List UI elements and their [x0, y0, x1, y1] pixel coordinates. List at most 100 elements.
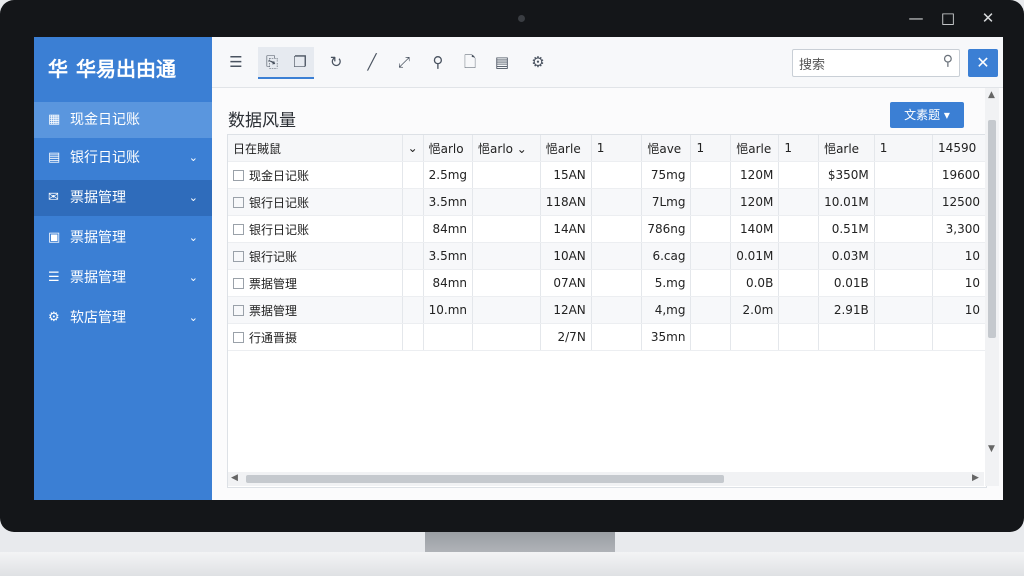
refresh-icon[interactable]: ↻	[322, 47, 350, 77]
table-cell	[690, 269, 732, 297]
column-header[interactable]: 1	[874, 135, 934, 162]
scroll-down-icon[interactable]: ▼	[988, 444, 995, 454]
column-header[interactable]: 悒arle	[540, 135, 592, 162]
vertical-scrollbar[interactable]: ▲ ▼	[985, 88, 999, 486]
row-label: 银行日记账	[249, 222, 310, 237]
file-icon[interactable]: 🗋	[456, 47, 484, 77]
table-cell: 120M	[730, 161, 780, 189]
sidebar-item-3[interactable]: ✉ 票据管理 ⌄	[34, 180, 212, 216]
table-cell	[591, 242, 643, 270]
table-cell: 10.01M	[818, 188, 875, 216]
table-row[interactable]: 票据管理 84mn 07AN 5.mg 0.0B 0.01B 10	[228, 269, 986, 297]
scroll-up-icon[interactable]: ▲	[988, 90, 995, 100]
pencil-icon[interactable]: ╱	[358, 47, 386, 77]
row-checkbox[interactable]	[233, 331, 244, 343]
row-label: 行通晋摄	[249, 330, 298, 345]
close-panel-button[interactable]: ✕	[968, 49, 998, 77]
column-header[interactable]: 日在賊鼠	[228, 135, 403, 162]
table-cell: 7Lmg	[641, 188, 692, 216]
column-header[interactable]: 悒arle	[818, 135, 875, 162]
table-cell	[874, 161, 934, 189]
table-cell: 0.01B	[818, 269, 875, 297]
column-header[interactable]: 1	[591, 135, 643, 162]
scroll-left-icon[interactable]: ◀	[231, 473, 238, 483]
table-row[interactable]: 银行记账 3.5mn 10AN 6.cag 0.01M 0.03M 10	[228, 242, 986, 270]
row-checkbox[interactable]	[233, 169, 244, 181]
column-header[interactable]: 1	[690, 135, 732, 162]
table-row[interactable]: 行通晋摄 2/7N 35mn	[228, 323, 986, 351]
monitor-bezel: — □ ✕ 华华易出由通 ▦ 现金日记账 ▤ 银行日记账 ⌄ ✉ 票据管理 ⌄ ▣ 票据管理 ⌄ ☰ 票…	[0, 0, 1024, 532]
table-cell	[874, 215, 934, 243]
sidebar-item-4[interactable]: ▣ 票据管理 ⌄	[34, 220, 212, 256]
column-header[interactable]: 悒arlo ⌄	[472, 135, 541, 162]
maximize-button[interactable]: □	[938, 8, 958, 28]
sidebar-item-1[interactable]: ▦ 现金日记账	[34, 102, 212, 138]
expand-icon[interactable]: ⤢	[390, 47, 418, 77]
table-cell: 10.mn	[423, 296, 474, 324]
vertical-scroll-thumb[interactable]	[988, 120, 996, 338]
action-dropdown-button[interactable]: 文素题 ▾	[890, 102, 964, 128]
row-checkbox[interactable]	[233, 223, 244, 235]
row-checkbox[interactable]	[233, 250, 244, 262]
sidebar-item-6[interactable]: ⚙ 软店管理 ⌄	[34, 300, 212, 336]
table-cell	[402, 242, 424, 270]
table-cell: 84mn	[423, 215, 474, 243]
horizontal-scroll-thumb[interactable]	[246, 475, 724, 483]
search-input[interactable]: 搜索	[799, 54, 825, 73]
report-icon[interactable]: ▤	[488, 47, 516, 77]
chevron-down-icon: ⌄	[188, 231, 198, 244]
page-title: 数据风量	[228, 111, 296, 131]
row-checkbox[interactable]	[233, 196, 244, 208]
sidebar-item-5[interactable]: ☰ 票据管理 ⌄	[34, 260, 212, 296]
column-header[interactable]: ⌄	[402, 135, 424, 162]
row-checkbox[interactable]	[233, 277, 244, 289]
table-cell: 2.5mg	[423, 161, 474, 189]
row-name-cell: 行通晋摄	[228, 323, 403, 351]
row-name-cell: 票据管理	[228, 269, 403, 297]
column-header[interactable]: 悒ave	[641, 135, 692, 162]
list-icon[interactable]: ☰	[222, 47, 250, 77]
table-cell: 2/7N	[540, 323, 592, 351]
horizontal-scrollbar[interactable]: ◀ ▶	[228, 472, 984, 486]
envelope-icon: ✉	[48, 190, 59, 205]
table-cell	[874, 188, 934, 216]
table-row[interactable]: 票据管理 10.mn 12AN 4,mg 2.0m 2.91B 10	[228, 296, 986, 324]
table-row[interactable]: 现金日记账 2.5mg 15AN 75mg 120M $350M 19600	[228, 161, 986, 189]
table-cell: 140M	[730, 215, 780, 243]
column-header[interactable]: 14590	[932, 135, 986, 162]
search-box[interactable]: 搜索 ⚲	[792, 49, 960, 77]
column-header[interactable]: 悒arlo	[423, 135, 474, 162]
copy-icon[interactable]: ❐	[286, 47, 314, 79]
chevron-down-icon: ⌄	[188, 151, 198, 164]
row-checkbox[interactable]	[233, 304, 244, 316]
search-icon[interactable]: ⚲	[424, 47, 452, 77]
table-cell	[690, 296, 732, 324]
row-name-cell: 银行记账	[228, 242, 403, 270]
clipboard-icon[interactable]: ⎘	[258, 47, 286, 79]
table-cell: 12500	[932, 188, 986, 216]
table-cell	[402, 323, 424, 351]
table-cell	[690, 215, 732, 243]
scroll-right-icon[interactable]: ▶	[972, 473, 979, 483]
table-cell: 3.5mn	[423, 242, 474, 270]
sidebar-item-2[interactable]: ▤ 银行日记账 ⌄	[34, 140, 212, 176]
table-cell	[778, 161, 820, 189]
search-icon[interactable]: ⚲	[943, 53, 953, 69]
table-cell	[874, 296, 934, 324]
table-cell: 4,mg	[641, 296, 692, 324]
window-close-button[interactable]: ✕	[978, 8, 998, 28]
column-header[interactable]: 1	[778, 135, 820, 162]
table-cell: $350M	[818, 161, 875, 189]
minimize-button[interactable]: —	[906, 8, 926, 28]
table-cell: 0.0B	[730, 269, 780, 297]
table-row[interactable]: 银行日记账 3.5mn 118AN 7Lmg 120M 10.01M 12500	[228, 188, 986, 216]
table-cell: 5.mg	[641, 269, 692, 297]
table-row[interactable]: 银行日记账 84mn 14AN 786ng 140M 0.51M 3,300	[228, 215, 986, 243]
row-label: 票据管理	[249, 303, 298, 318]
row-label: 银行日记账	[249, 195, 310, 210]
table-cell: 0.01M	[730, 242, 780, 270]
column-header[interactable]: 悒arle	[730, 135, 780, 162]
row-name-cell: 银行日记账	[228, 215, 403, 243]
table-cell	[778, 296, 820, 324]
settings-icon[interactable]: ⚙	[524, 47, 552, 77]
